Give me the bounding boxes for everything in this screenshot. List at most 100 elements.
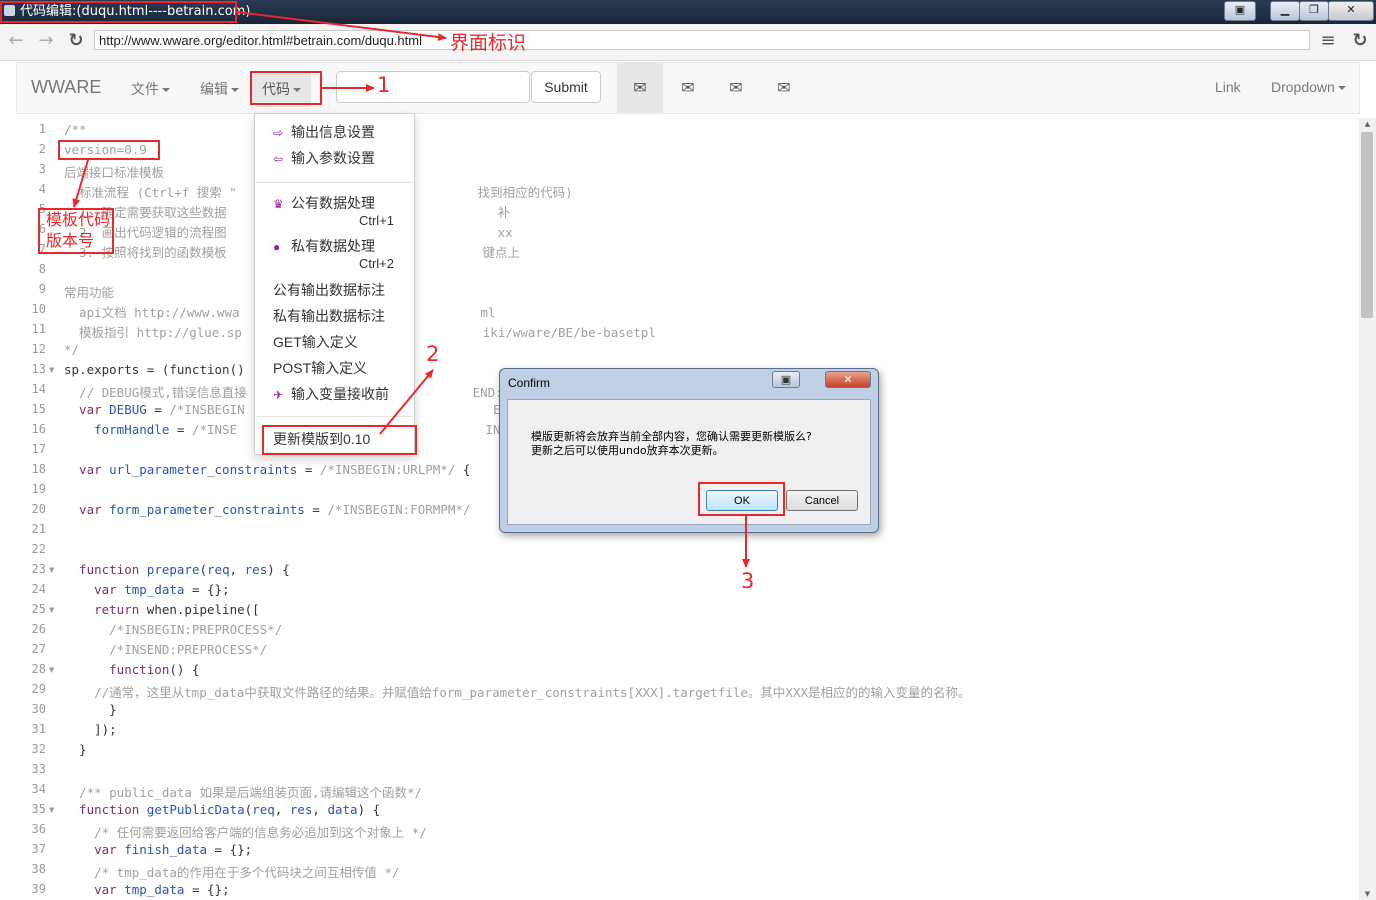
code-token: = {}; bbox=[184, 882, 230, 897]
mail-button-2[interactable]: ✉ bbox=[665, 63, 711, 113]
mail-button-4[interactable]: ✉ bbox=[761, 63, 807, 113]
dialog-option-button[interactable]: ▣ bbox=[772, 371, 800, 388]
menu-item-output-settings[interactable]: ⇨ 输出信息设置 bbox=[255, 122, 414, 142]
caret-down-icon bbox=[162, 88, 170, 93]
code-token: function bbox=[64, 802, 147, 817]
brand-logo[interactable]: WWARE bbox=[31, 77, 101, 98]
code-dropdown-menu: ⇨ 输出信息设置 ⇦ 输入参数设置 ♛ 公有数据处理 Ctrl+1 ● 私有数据处理 Ctr… bbox=[254, 113, 415, 455]
code-token: ml bbox=[480, 305, 496, 320]
close-button[interactable]: ✕ bbox=[1328, 1, 1374, 21]
scroll-down-icon[interactable]: ▼ bbox=[1359, 888, 1376, 900]
code-line[interactable]: var tmp_data = {}; bbox=[64, 582, 230, 597]
code-line[interactable]: var form_parameter_constraints = /*INSBE… bbox=[64, 502, 470, 517]
editor-scrollbar[interactable]: ▲ ▼ bbox=[1359, 118, 1376, 900]
code-token: ]); bbox=[64, 722, 117, 737]
line-number: 17 bbox=[31, 442, 46, 456]
mail-button-1[interactable]: ✉ bbox=[617, 63, 663, 113]
code-token: when.pipeline([ bbox=[146, 602, 260, 617]
nav-link[interactable]: Link bbox=[1215, 79, 1241, 95]
minimize-button[interactable]: ▁ bbox=[1270, 1, 1300, 21]
code-token: sp.exports = (function() bbox=[64, 362, 245, 377]
code-line[interactable]: } bbox=[64, 742, 87, 757]
code-token: function bbox=[64, 662, 170, 677]
dialog-body: 模版更新将会放弃当前全部内容，您确认需要更新模版么? 更新之后可以使用undo放… bbox=[507, 399, 871, 525]
code-line[interactable]: /* 任何需要返回给客户端的信息务必追加到这个对象上 */ bbox=[64, 822, 427, 841]
code-token: /* tmp_data的作用在于多个代码块之间互相传值 */ bbox=[64, 865, 400, 880]
envelope-icon: ✉ bbox=[681, 78, 695, 97]
code-line[interactable]: sp.exports = (function() bbox=[64, 362, 245, 377]
menu-item-public-data[interactable]: ♛ 公有数据处理 Ctrl+1 bbox=[255, 193, 414, 233]
dialog-close-button[interactable]: ✕ bbox=[825, 371, 871, 388]
menu-item-post-input[interactable]: POST输入定义 bbox=[255, 358, 432, 378]
menu-icon[interactable]: ≡ bbox=[1318, 30, 1338, 52]
restore-button[interactable]: ❐ bbox=[1299, 1, 1329, 21]
line-number: 21 bbox=[31, 522, 46, 536]
fold-arrow-icon[interactable]: ▼ bbox=[49, 606, 54, 614]
menu-divider bbox=[256, 416, 413, 417]
code-token: var bbox=[64, 842, 125, 857]
fold-arrow-icon[interactable]: ▼ bbox=[49, 666, 54, 674]
reload-icon[interactable]: ↻ bbox=[66, 30, 86, 52]
code-line[interactable]: var url_parameter_constraints = /*INSBEG… bbox=[64, 462, 470, 477]
code-line[interactable]: /*INSEND:PREPROCESS*/ bbox=[64, 642, 267, 657]
mail-button-3[interactable]: ✉ bbox=[713, 63, 759, 113]
code-token: function bbox=[64, 562, 147, 577]
window-option-button[interactable]: ▣ bbox=[1224, 1, 1256, 21]
code-token: DEBUG bbox=[109, 402, 147, 417]
fold-arrow-icon[interactable]: ▼ bbox=[49, 366, 54, 374]
code-line[interactable]: /* tmp_data的作用在于多个代码块之间互相传值 */ bbox=[64, 862, 399, 881]
menu-file[interactable]: 文件 bbox=[131, 79, 170, 99]
line-number: 2 bbox=[38, 142, 46, 156]
menu-item-public-output[interactable]: 公有输出数据标注 bbox=[255, 280, 432, 300]
search-input[interactable] bbox=[336, 71, 530, 103]
menu-item-get-input[interactable]: GET输入定义 bbox=[255, 332, 432, 352]
line-number: 1 bbox=[38, 122, 46, 136]
code-line[interactable]: //通常，这里从tmp_data中获取文件路径的结果。并赋值给form_para… bbox=[64, 682, 970, 701]
cancel-button[interactable]: Cancel bbox=[786, 490, 858, 511]
refresh-icon[interactable]: ↻ bbox=[1350, 30, 1370, 52]
code-token: /*INSBEGIN:PREPROCESS*/ bbox=[64, 622, 283, 637]
menu-edit-label: 编辑 bbox=[200, 81, 228, 97]
fold-arrow-icon[interactable]: ▼ bbox=[49, 566, 54, 574]
scrollbar-thumb[interactable] bbox=[1361, 132, 1373, 318]
code-token: xx bbox=[497, 225, 513, 240]
code-line[interactable]: /** bbox=[64, 122, 87, 137]
code-line[interactable]: return when.pipeline([ bbox=[64, 602, 260, 617]
menu-item-input-settings[interactable]: ⇦ 输入参数设置 bbox=[255, 148, 414, 168]
scroll-up-icon[interactable]: ▲ bbox=[1359, 118, 1376, 130]
code-line[interactable]: 常用功能 bbox=[64, 282, 114, 301]
nav-dropdown[interactable]: Dropdown bbox=[1271, 79, 1346, 95]
dialog-title: Confirm bbox=[508, 376, 551, 390]
line-number: 38 bbox=[31, 862, 46, 876]
code-line[interactable]: var tmp_data = {}; bbox=[64, 882, 230, 897]
annotation-box-code-menu bbox=[250, 71, 322, 105]
submit-button[interactable]: Submit bbox=[531, 71, 601, 103]
code-line[interactable]: /*INSBEGIN:PREPROCESS*/ bbox=[64, 622, 282, 637]
code-token: { bbox=[455, 462, 471, 477]
import-icon: ⇦ bbox=[273, 152, 284, 166]
line-number: 31 bbox=[31, 722, 46, 736]
code-line[interactable]: } bbox=[64, 702, 117, 717]
code-line[interactable]: function prepare(req, res) { bbox=[64, 562, 290, 577]
back-icon[interactable]: ← bbox=[6, 30, 26, 52]
code-line[interactable]: 后端接口标准模板 bbox=[64, 162, 164, 181]
code-line[interactable]: */ bbox=[64, 342, 79, 357]
menu-edit[interactable]: 编辑 bbox=[200, 79, 239, 99]
fold-arrow-icon[interactable]: ▼ bbox=[49, 806, 54, 814]
address-bar[interactable]: http://www.wware.org/editor.html#betrain… bbox=[94, 30, 1310, 50]
line-number: 8 bbox=[38, 262, 46, 276]
code-line[interactable]: var finish_data = {}; bbox=[64, 842, 252, 857]
menu-item-private-data[interactable]: ● 私有数据处理 Ctrl+2 bbox=[255, 236, 414, 276]
menu-item-private-output[interactable]: 私有输出数据标注 bbox=[255, 306, 432, 326]
line-number: 25 bbox=[31, 602, 46, 616]
menu-item-label: 输入变量接收前 bbox=[291, 386, 389, 402]
code-line[interactable]: ]); bbox=[64, 722, 117, 737]
line-number: 12 bbox=[31, 342, 46, 356]
code-line[interactable]: function() { bbox=[64, 662, 199, 677]
code-line[interactable]: function getPublicData(req, res, data) { bbox=[64, 802, 380, 817]
menu-item-before-input[interactable]: ✈ 输入变量接收前 bbox=[255, 384, 414, 404]
code-token: } bbox=[64, 742, 87, 757]
browser-toolbar: ← → ↻ http://www.wware.org/editor.html#b… bbox=[0, 24, 1376, 61]
forward-icon[interactable]: → bbox=[36, 30, 56, 52]
code-line[interactable]: /** public_data 如果是后端组装页面,请编辑这个函数*/ bbox=[64, 782, 422, 801]
